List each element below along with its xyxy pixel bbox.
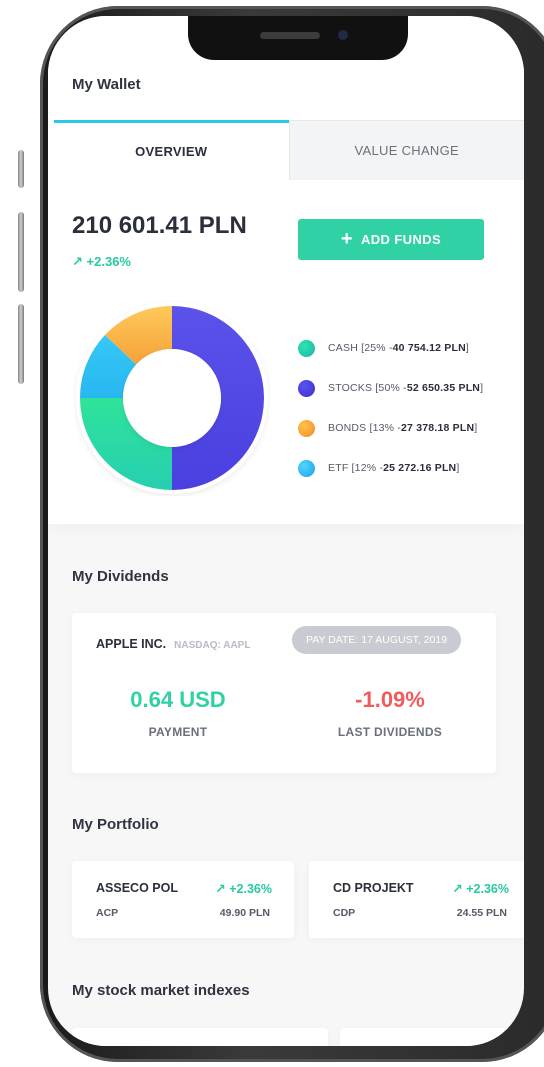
add-funds-label: ADD FUNDS bbox=[360, 232, 442, 247]
payment-label: PAYMENT bbox=[148, 725, 208, 739]
portfolio-price: 49.90 PLN bbox=[219, 907, 270, 919]
trend-up-icon: ↗ bbox=[452, 882, 463, 896]
wallet-change-value: +2.36% bbox=[86, 254, 131, 269]
portfolio-symbol: CDP bbox=[333, 907, 356, 919]
legend-value: 27 378.18 PLN bbox=[401, 422, 475, 434]
tab-value-change[interactable]: VALUE CHANGE bbox=[288, 120, 524, 180]
donut-hole bbox=[123, 349, 221, 447]
dividend-company: APPLE INC. bbox=[96, 637, 167, 651]
app-screen: My Wallet OVERVIEW VALUE CHANGE 210 601.… bbox=[48, 16, 524, 1046]
allocation-donut-chart bbox=[76, 302, 268, 494]
legend-close: ] bbox=[480, 382, 484, 394]
legend-close: ] bbox=[465, 342, 469, 354]
allocation-legend: CASH [25% - 40 754.12 PLN] STOCKS [50% -… bbox=[298, 328, 483, 488]
plus-icon: + bbox=[340, 228, 353, 250]
legend-close: ] bbox=[456, 462, 460, 474]
wallet-change: ↗ +2.36% bbox=[72, 254, 131, 270]
wallet-balance: 210 601.41 PLN bbox=[72, 212, 247, 239]
volume-down-button bbox=[18, 304, 24, 384]
index-card[interactable] bbox=[340, 1028, 524, 1046]
legend-close: ] bbox=[474, 422, 478, 434]
last-dividends-value: -1.09% bbox=[355, 687, 425, 712]
portfolio-change-value: +2.36% bbox=[229, 882, 272, 896]
legend-label: ETF [12% - bbox=[328, 462, 384, 474]
etf-dot-icon bbox=[298, 459, 315, 477]
dividend-company-row: APPLE INC. NASDAQ: AAPL bbox=[96, 635, 250, 653]
wallet-title: My Wallet bbox=[72, 76, 141, 93]
portfolio-name: ASSECO POL bbox=[96, 881, 178, 895]
stocks-dot-icon bbox=[298, 379, 315, 397]
portfolio-name: CD PROJEKT bbox=[333, 881, 414, 895]
legend-item-etf: ETF [12% - 25 272.16 PLN] bbox=[298, 448, 483, 488]
portfolio-symbol: ACP bbox=[96, 907, 119, 919]
wallet-tabs: OVERVIEW VALUE CHANGE bbox=[54, 120, 524, 180]
portfolio-change: ↗ +2.36% bbox=[215, 881, 272, 896]
legend-item-stocks: STOCKS [50% - 52 650.35 PLN] bbox=[298, 368, 483, 408]
portfolio-card[interactable]: ASSECO POL ↗ +2.36% ACP 49.90 PLN bbox=[72, 861, 294, 938]
indexes-title: My stock market indexes bbox=[72, 982, 250, 999]
legend-label: CASH [25% - bbox=[328, 342, 393, 354]
front-camera-icon bbox=[338, 30, 348, 40]
dividend-card[interactable]: APPLE INC. NASDAQ: AAPL PAY DATE: 17 AUGU… bbox=[72, 613, 496, 773]
add-funds-button[interactable]: + ADD FUNDS bbox=[298, 219, 484, 260]
mute-switch bbox=[18, 150, 24, 188]
dividend-ticker: NASDAQ: AAPL bbox=[174, 640, 251, 651]
legend-item-bonds: BONDS [13% - 27 378.18 PLN] bbox=[298, 408, 483, 448]
trend-up-icon: ↗ bbox=[72, 254, 83, 269]
speaker-grille bbox=[260, 32, 320, 39]
portfolio-card[interactable]: CD PROJEKT ↗ +2.36% CDP 24.55 PLN bbox=[309, 861, 524, 938]
portfolio-price: 24.55 PLN bbox=[456, 907, 507, 919]
legend-value: 25 272.16 PLN bbox=[383, 462, 457, 474]
portfolio-change-value: +2.36% bbox=[466, 882, 509, 896]
index-card[interactable] bbox=[72, 1028, 328, 1046]
dividends-title: My Dividends bbox=[72, 568, 169, 585]
portfolio-change: ↗ +2.36% bbox=[452, 881, 509, 896]
tab-overview[interactable]: OVERVIEW bbox=[54, 120, 289, 180]
legend-label: BONDS [13% - bbox=[328, 422, 402, 434]
trend-up-icon: ↗ bbox=[215, 882, 226, 896]
volume-up-button bbox=[18, 212, 24, 292]
legend-value: 52 650.35 PLN bbox=[406, 382, 481, 394]
last-dividends-label: LAST DIVIDENDS bbox=[337, 725, 443, 739]
pay-date-badge: PAY DATE: 17 AUGUST, 2019 bbox=[292, 626, 462, 654]
bonds-dot-icon bbox=[298, 419, 315, 437]
payment-value: 0.64 USD bbox=[130, 687, 226, 712]
legend-value: 40 754.12 PLN bbox=[392, 342, 466, 354]
cash-dot-icon bbox=[298, 339, 315, 357]
legend-item-cash: CASH [25% - 40 754.12 PLN] bbox=[298, 328, 483, 368]
phone-notch bbox=[188, 16, 408, 60]
legend-label: STOCKS [50% - bbox=[328, 382, 407, 394]
portfolio-title: My Portfolio bbox=[72, 816, 159, 833]
